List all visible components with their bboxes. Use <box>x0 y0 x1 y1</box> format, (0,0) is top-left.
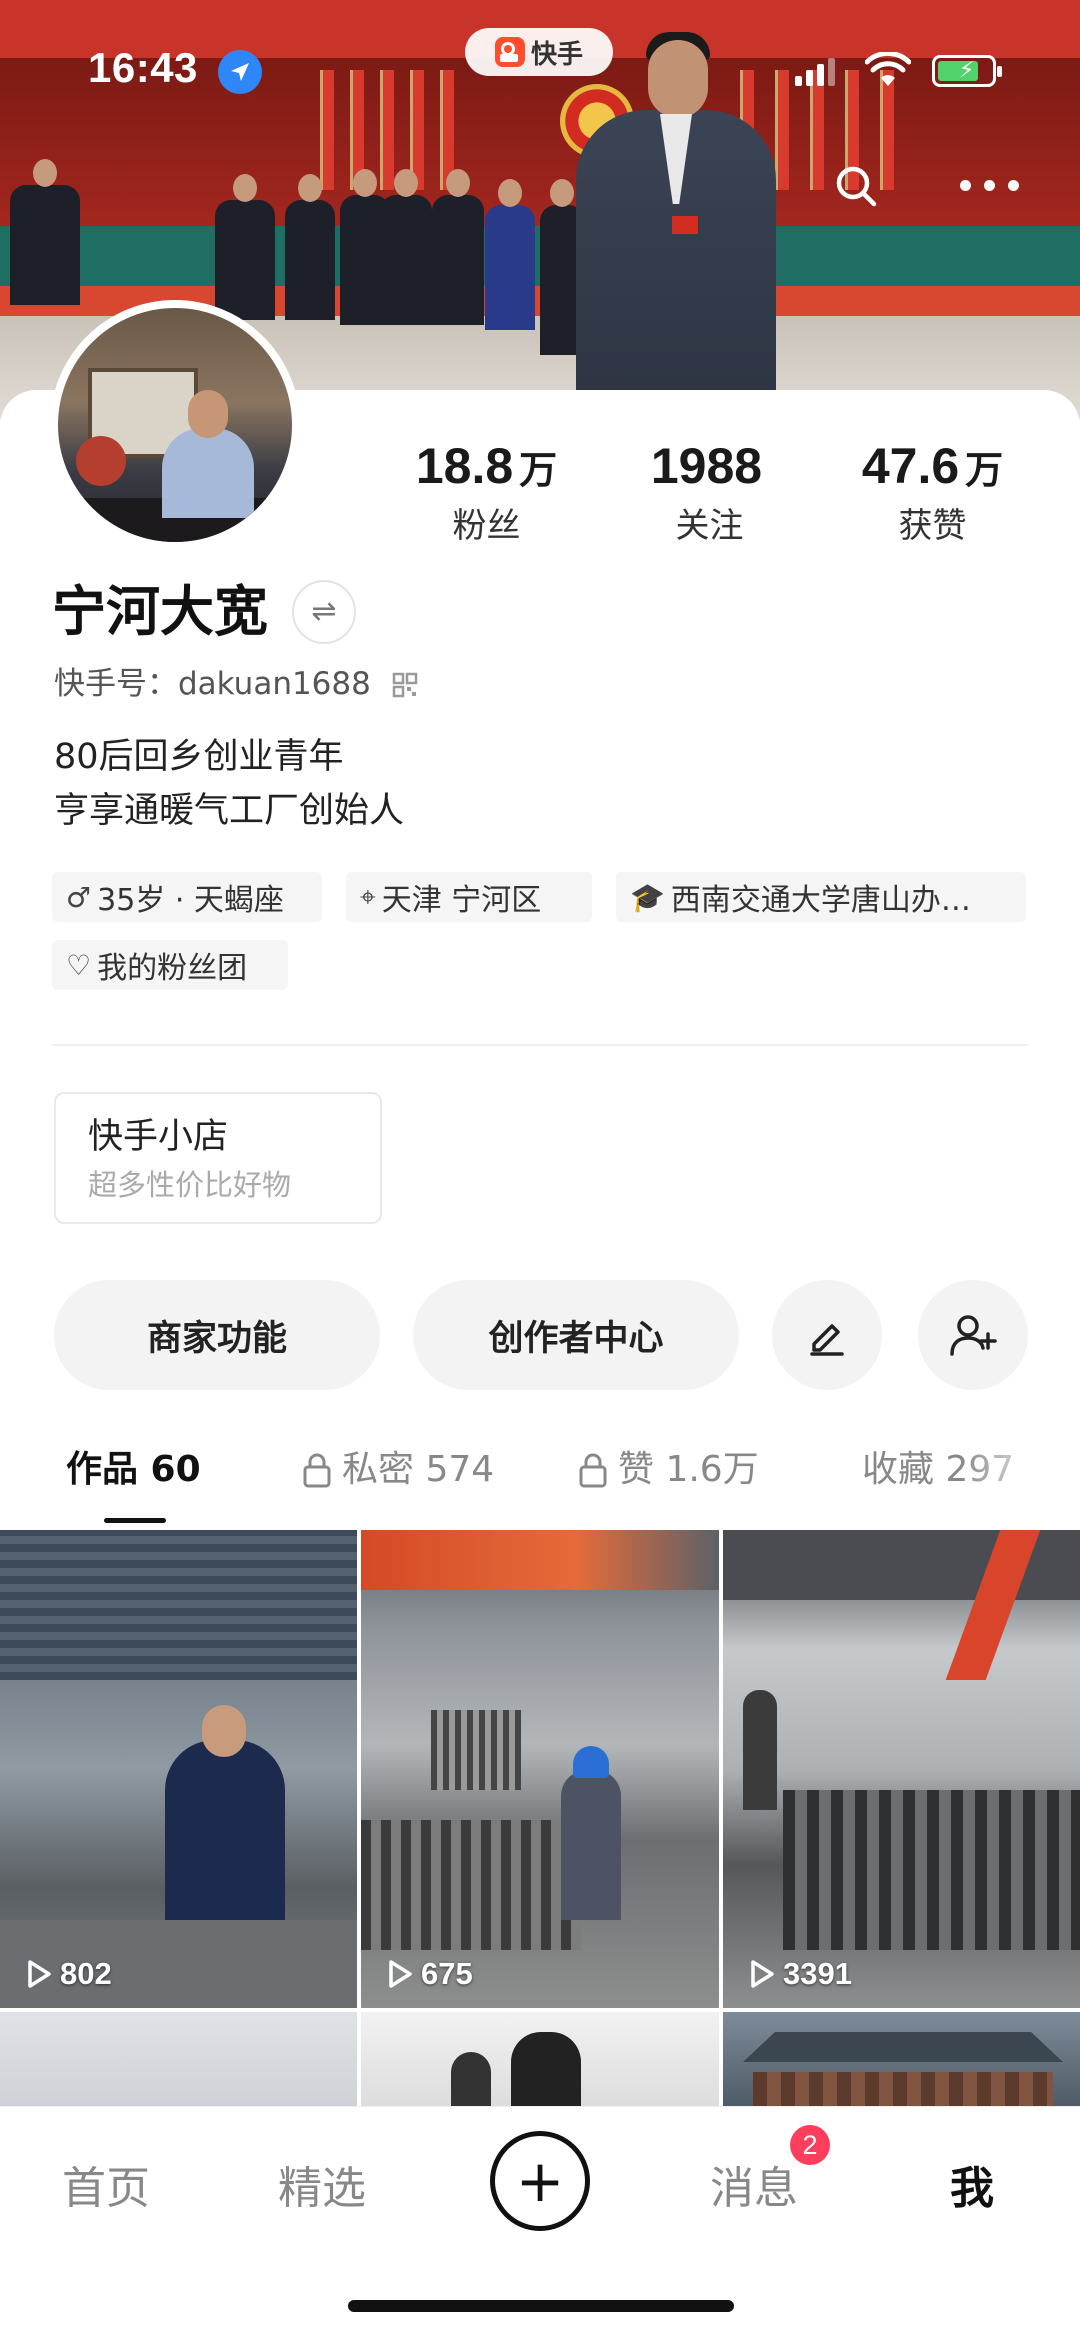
lock-icon <box>579 1453 607 1488</box>
divider <box>52 1044 1028 1046</box>
add-user-icon <box>950 1315 997 1356</box>
tag-location[interactable]: ⌖ 天津 宁河区 <box>346 872 592 922</box>
cover-flag <box>775 70 789 190</box>
play-count-value: 802 <box>60 1956 112 1991</box>
kwai-id[interactable]: 快手号：dakuan1688 <box>54 664 371 704</box>
bio-line: 亨享通暖气工厂创始人 <box>54 791 405 831</box>
play-count-value: 675 <box>421 1956 473 1991</box>
tabs-fade <box>960 1440 1080 1510</box>
stat-likes-unit: 万 <box>965 448 1004 492</box>
tag-label: 我的粉丝团 <box>97 951 248 986</box>
more-menu-icon[interactable] <box>960 180 1020 194</box>
cover-person <box>485 179 535 330</box>
cover-flag <box>810 70 824 190</box>
tab-label: 私密 574 <box>342 1449 495 1490</box>
nav-featured[interactable]: 精选 <box>278 2161 366 2217</box>
stat-following[interactable]: 1988 关注 <box>598 438 821 546</box>
video-tile[interactable]: 3391 <box>723 1530 1080 2008</box>
shop-card[interactable]: 快手小店 超多性价比好物 <box>54 1092 382 1224</box>
stat-following-label: 关注 <box>675 506 744 546</box>
cover-flag <box>320 70 334 190</box>
tab-liked[interactable]: 赞 1.6万 <box>578 1440 759 1500</box>
tab-private[interactable]: 私密 574 <box>302 1440 494 1500</box>
shop-subtitle: 超多性价比好物 <box>88 1168 292 1202</box>
stat-likes-label: 获赞 <box>898 506 967 546</box>
stat-likes[interactable]: 47.6 万 获赞 <box>821 438 1044 546</box>
play-count: 3391 <box>749 1956 852 1992</box>
profile-stats: 18.8 万 粉丝 1988 关注 47.6 万 获赞 <box>375 438 1045 546</box>
tag-fan-club[interactable]: ♡ 我的粉丝团 <box>52 940 288 990</box>
tag-label: 35岁 · 天蝎座 <box>97 883 284 918</box>
play-icon <box>751 1960 774 1988</box>
wifi-icon <box>865 52 911 86</box>
bio: 80后回乡创业青年 亨享通暖气工厂创始人 <box>54 730 404 838</box>
stat-followers-label: 粉丝 <box>452 506 521 546</box>
play-count: 802 <box>26 1956 112 1992</box>
tag-label: 天津 宁河区 <box>381 883 542 918</box>
lock-icon <box>303 1453 331 1488</box>
kuaishou-logo-icon <box>494 37 525 67</box>
stat-followers[interactable]: 18.8 万 粉丝 <box>375 438 598 546</box>
video-grid: 802 675 3391 <box>0 1530 1080 2140</box>
stat-following-number: 1988 <box>650 438 763 494</box>
tab-label: 赞 1.6万 <box>618 1449 759 1490</box>
play-count: 675 <box>387 1956 473 1992</box>
profile-actions: 商家功能 创作者中心 <box>54 1280 1030 1390</box>
cellular-signal-icon <box>795 58 835 86</box>
play-count-value: 3391 <box>783 1956 852 1991</box>
status-time: 16:43 <box>88 44 198 91</box>
create-post-button[interactable]: + <box>490 2131 590 2231</box>
switch-account-icon[interactable]: ⇌ <box>292 580 356 644</box>
stat-followers-number: 18.8 <box>415 438 514 494</box>
gender-male-icon: ♂ <box>66 880 92 914</box>
active-tab-indicator <box>104 1518 166 1523</box>
battery-icon: ⚡ <box>932 55 1002 87</box>
cover-person <box>380 169 432 325</box>
app-return-pill[interactable]: 快手 <box>465 28 613 76</box>
plus-icon: + <box>515 2147 565 2215</box>
location-arrow-icon <box>218 50 262 94</box>
nav-messages[interactable]: 消息 <box>710 2161 798 2217</box>
tag-age[interactable]: ♂ 35岁 · 天蝎座 <box>52 872 322 922</box>
play-icon <box>389 1960 412 1988</box>
video-tile[interactable]: 675 <box>361 1530 719 2008</box>
home-indicator <box>348 2300 734 2312</box>
search-icon[interactable] <box>832 162 880 210</box>
add-friend-button[interactable] <box>918 1280 1028 1390</box>
username: 宁河大宽 <box>52 580 268 643</box>
edit-profile-button[interactable] <box>772 1280 882 1390</box>
cover-flag <box>380 70 394 190</box>
nav-me[interactable]: 我 <box>950 2161 994 2217</box>
tag-label: 西南交通大学唐山办… <box>670 883 971 918</box>
tab-works[interactable]: 作品 60 <box>66 1440 201 1500</box>
content-tabs: 作品 60 私密 574 赞 1.6万 收藏 297 <box>0 1440 1080 1523</box>
profile-tags: ♂ 35岁 · 天蝎座 ⌖ 天津 宁河区 🎓 西南交通大学唐山办… ♡ 我的粉丝… <box>52 872 1052 990</box>
creator-center-button[interactable]: 创作者中心 <box>413 1280 739 1390</box>
graduation-cap-icon: 🎓 <box>630 880 665 914</box>
app-pill-label: 快手 <box>530 39 583 70</box>
nav-home[interactable]: 首页 <box>62 2161 150 2217</box>
bio-line: 80后回乡创业青年 <box>54 737 344 777</box>
cover-person <box>285 174 335 320</box>
tag-school[interactable]: 🎓 西南交通大学唐山办… <box>616 872 1026 922</box>
avatar[interactable] <box>50 300 300 550</box>
stat-likes-number: 47.6 <box>861 438 960 494</box>
qr-code-icon[interactable] <box>392 672 418 698</box>
heart-icon: ♡ <box>66 948 92 982</box>
stat-followers-unit: 万 <box>519 448 558 492</box>
merchant-functions-button[interactable]: 商家功能 <box>54 1280 380 1390</box>
pencil-icon <box>810 1324 844 1356</box>
tab-label: 作品 60 <box>66 1449 201 1490</box>
play-icon <box>28 1960 51 1988</box>
cover-main-person <box>576 32 776 420</box>
cover-flag <box>880 70 894 190</box>
cover-person <box>10 159 80 305</box>
messages-badge: 2 <box>790 2125 830 2165</box>
cover-person <box>432 169 484 325</box>
shop-title: 快手小店 <box>88 1117 229 1157</box>
location-pin-icon: ⌖ <box>360 880 376 913</box>
cover-person <box>215 174 275 320</box>
video-tile[interactable]: 802 <box>0 1530 357 2008</box>
